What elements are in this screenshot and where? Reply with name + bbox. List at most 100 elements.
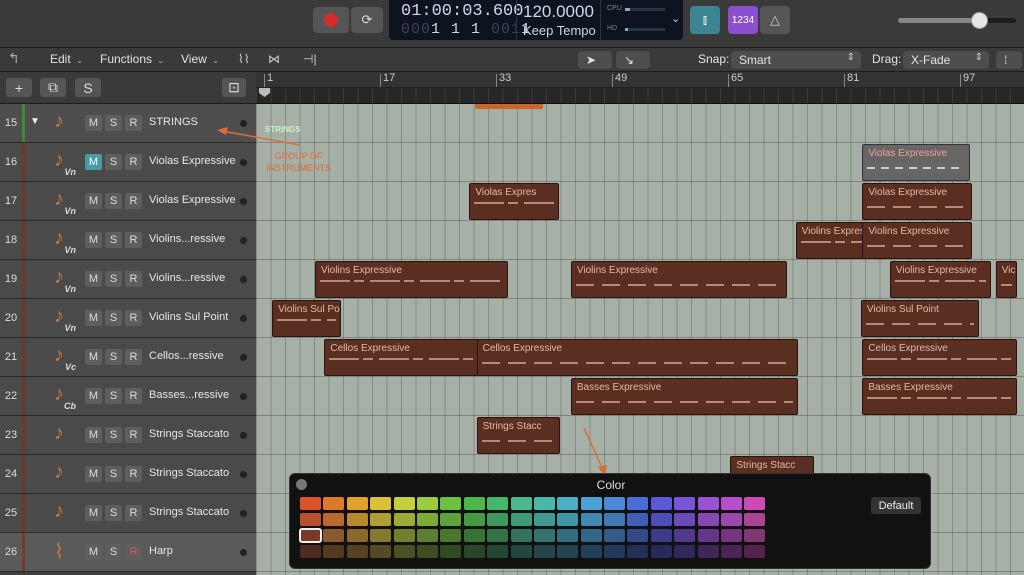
color-swatch[interactable]: [299, 528, 322, 543]
color-swatch-grid: [299, 497, 859, 558]
color-swatch[interactable]: [463, 545, 485, 558]
swatch-spacer: [791, 497, 812, 510]
color-swatch[interactable]: [510, 513, 532, 526]
color-swatch[interactable]: [650, 513, 672, 526]
arrow-line-color: [583, 427, 604, 471]
color-swatch[interactable]: [463, 529, 485, 542]
color-swatch[interactable]: [557, 513, 579, 526]
color-swatch[interactable]: [300, 545, 321, 558]
color-swatch[interactable]: [744, 545, 766, 558]
swatch-spacer: [768, 529, 789, 542]
color-swatch[interactable]: [744, 497, 766, 510]
color-swatch[interactable]: [721, 513, 743, 526]
color-swatch[interactable]: [721, 497, 743, 510]
color-swatch[interactable]: [744, 513, 766, 526]
color-swatch[interactable]: [393, 497, 415, 510]
color-swatch[interactable]: [416, 513, 438, 526]
color-swatch[interactable]: [721, 529, 743, 542]
color-swatch[interactable]: [416, 545, 438, 558]
color-swatch[interactable]: [510, 497, 532, 510]
swatch-spacer: [815, 545, 836, 558]
color-swatch[interactable]: [393, 545, 415, 558]
color-swatch[interactable]: [674, 497, 696, 510]
color-swatch[interactable]: [533, 529, 555, 542]
color-swatch[interactable]: [557, 529, 579, 542]
swatch-spacer: [838, 545, 859, 558]
color-swatch[interactable]: [604, 545, 626, 558]
color-swatch[interactable]: [323, 545, 345, 558]
color-swatch[interactable]: [487, 529, 509, 542]
color-swatch[interactable]: [697, 545, 719, 558]
color-swatch[interactable]: [627, 545, 649, 558]
color-swatch[interactable]: [346, 513, 368, 526]
swatch-spacer: [838, 497, 859, 510]
swatch-spacer: [815, 497, 836, 510]
color-swatch[interactable]: [487, 513, 509, 526]
color-swatch[interactable]: [440, 497, 462, 510]
color-swatch[interactable]: [440, 545, 462, 558]
color-swatch[interactable]: [697, 513, 719, 526]
color-swatch[interactable]: [604, 497, 626, 510]
color-swatch[interactable]: [650, 545, 672, 558]
color-swatch[interactable]: [557, 497, 579, 510]
color-swatch[interactable]: [370, 513, 392, 526]
swatch-spacer: [768, 513, 789, 526]
default-label: Default: [878, 499, 914, 512]
color-swatch[interactable]: [580, 529, 602, 542]
color-swatch[interactable]: [627, 529, 649, 542]
color-swatch[interactable]: [440, 513, 462, 526]
color-swatch[interactable]: [650, 529, 672, 542]
swatch-spacer: [815, 529, 836, 542]
color-swatch[interactable]: [604, 529, 626, 542]
arrow-head-group: [217, 127, 228, 135]
color-swatch[interactable]: [370, 497, 392, 510]
color-swatch[interactable]: [627, 513, 649, 526]
color-swatch[interactable]: [463, 497, 485, 510]
color-swatch[interactable]: [580, 513, 602, 526]
color-swatch[interactable]: [697, 497, 719, 510]
swatch-spacer: [838, 529, 859, 542]
color-swatch[interactable]: [533, 545, 555, 558]
swatch-spacer: [791, 513, 812, 526]
color-swatch[interactable]: [463, 513, 485, 526]
color-popover-title: Color: [596, 478, 626, 492]
color-swatch[interactable]: [721, 545, 743, 558]
arrow-line-group: [221, 130, 301, 146]
color-swatch[interactable]: [674, 545, 696, 558]
color-swatch[interactable]: [557, 545, 579, 558]
color-swatch[interactable]: [300, 497, 321, 510]
swatch-spacer: [768, 497, 789, 510]
color-swatch[interactable]: [440, 529, 462, 542]
color-swatch[interactable]: [510, 545, 532, 558]
color-swatch[interactable]: [370, 545, 392, 558]
color-swatch[interactable]: [650, 497, 672, 510]
default-color-button[interactable]: Default: [871, 497, 921, 514]
color-swatch[interactable]: [393, 513, 415, 526]
color-swatch[interactable]: [323, 497, 345, 510]
color-swatch[interactable]: [697, 529, 719, 542]
color-swatch[interactable]: [323, 513, 345, 526]
color-swatch[interactable]: [674, 513, 696, 526]
color-swatch[interactable]: [346, 529, 368, 542]
color-swatch[interactable]: [393, 529, 415, 542]
color-popover: Color Default: [289, 473, 931, 569]
logic-pro-window: ⟳ 01:00:03.600 0001 1 1 0011 120.0000 Ke…: [0, 0, 1024, 575]
color-swatch[interactable]: [627, 497, 649, 510]
color-swatch[interactable]: [744, 529, 766, 542]
color-swatch[interactable]: [604, 513, 626, 526]
color-swatch[interactable]: [487, 497, 509, 510]
color-swatch[interactable]: [674, 529, 696, 542]
color-swatch[interactable]: [346, 497, 368, 510]
color-swatch[interactable]: [580, 545, 602, 558]
color-swatch[interactable]: [370, 529, 392, 542]
color-swatch[interactable]: [533, 497, 555, 510]
color-swatch[interactable]: [510, 529, 532, 542]
color-swatch[interactable]: [323, 529, 345, 542]
color-swatch[interactable]: [416, 529, 438, 542]
color-swatch[interactable]: [300, 513, 321, 526]
color-swatch[interactable]: [416, 497, 438, 510]
color-swatch[interactable]: [533, 513, 555, 526]
color-swatch[interactable]: [346, 545, 368, 558]
color-swatch[interactable]: [580, 497, 602, 510]
color-swatch[interactable]: [487, 545, 509, 558]
